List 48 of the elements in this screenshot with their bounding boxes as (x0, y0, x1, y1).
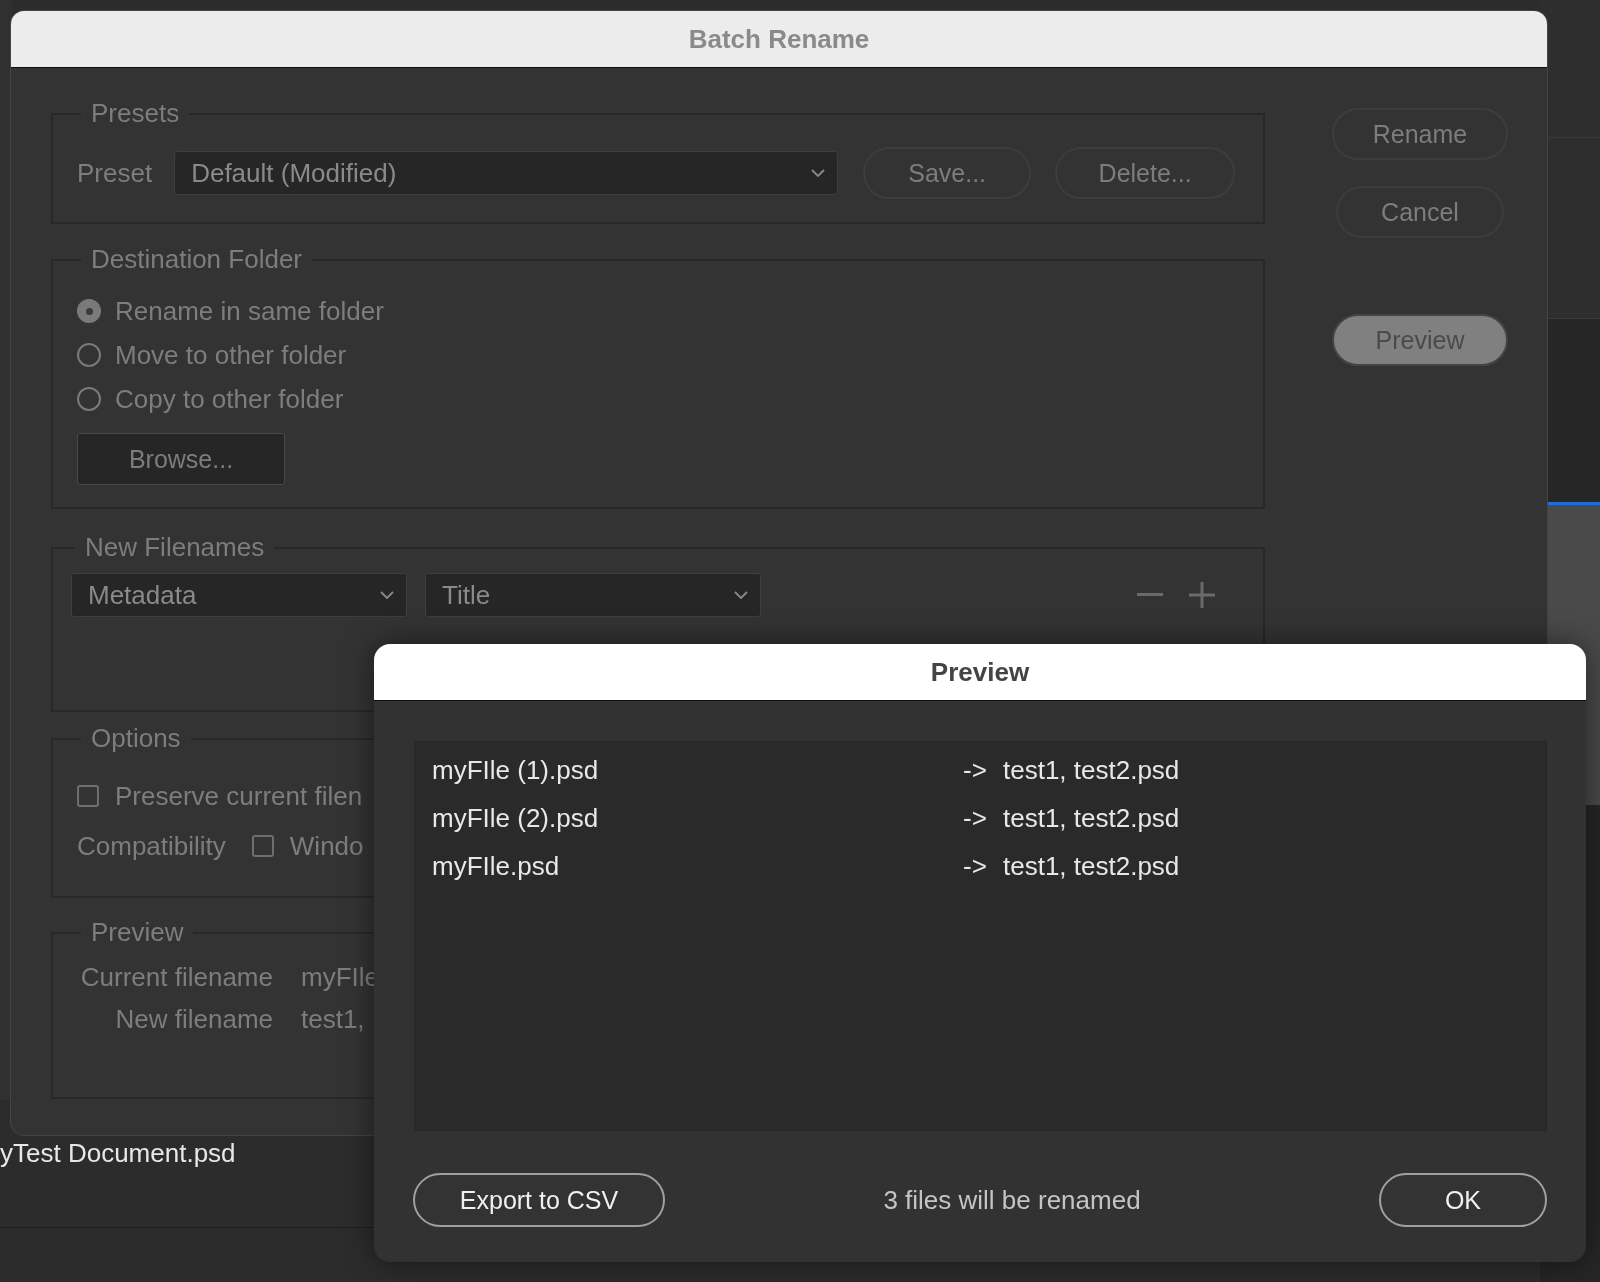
target-filename: test1, test2.psd (1003, 802, 1180, 834)
checkbox-label: Preserve current filen (115, 780, 363, 812)
group-title: Presets (90, 98, 181, 129)
arrow-text: -> (963, 850, 988, 882)
radio-button[interactable] (77, 299, 101, 323)
group-title: Options (90, 723, 182, 754)
source-filename: myFIle.psd (432, 850, 561, 882)
arrow-text: -> (963, 802, 988, 834)
group-title: Destination Folder (90, 244, 303, 275)
window-title: Preview (930, 656, 1030, 688)
target-filename: test1, test2.psd (1003, 850, 1180, 882)
radio-label: Rename in same folder (115, 295, 384, 327)
field-dropdown[interactable]: Title (425, 573, 761, 617)
radio-button[interactable] (77, 343, 101, 367)
source-filename: myFIle (2).psd (432, 802, 600, 834)
status-text: 3 files will be renamed (883, 1184, 1141, 1216)
window-title: Batch Rename (688, 23, 870, 55)
source-filename: myFIle (1).psd (432, 754, 600, 786)
chevron-icon (734, 590, 748, 600)
preset-dropdown[interactable]: Default (Modified) (174, 151, 839, 195)
preset-label: Preset (77, 157, 153, 189)
radio-label: Move to other folder (115, 339, 347, 371)
field-label: Current filename (79, 961, 273, 993)
checkbox[interactable] (251, 835, 274, 857)
preset-button[interactable]: Save... (863, 147, 1032, 199)
ok-button[interactable]: OK (1379, 1173, 1547, 1227)
radio-button[interactable] (77, 387, 101, 411)
dialog-button[interactable]: Cancel (1336, 186, 1504, 238)
target-filename: test1, test2.psd (1003, 754, 1180, 786)
chevron-icon (811, 168, 826, 178)
browse-button[interactable]: Browse... (77, 433, 285, 485)
checkbox-label: Windo (289, 830, 364, 862)
field-label: New filename (114, 1003, 273, 1035)
file-label: yTest Document.psd (0, 1138, 236, 1169)
group-title: Preview (90, 917, 185, 948)
preset-button[interactable]: Delete... (1055, 147, 1236, 199)
plus-icon[interactable] (1189, 582, 1215, 608)
chevron-icon (380, 590, 394, 600)
checkbox[interactable] (77, 785, 99, 807)
group-title: New Filenames (84, 532, 266, 563)
minus-icon[interactable] (1137, 593, 1163, 597)
filename-text: test1, (301, 1003, 365, 1035)
export-button[interactable]: Export to CSV (413, 1173, 665, 1227)
dialog-button[interactable]: Rename (1332, 108, 1508, 160)
arrow-text: -> (963, 754, 988, 786)
compatibility-label: Compatibility (77, 830, 226, 862)
radio-label: Copy to other folder (115, 383, 344, 415)
field-dropdown[interactable]: Metadata (71, 573, 407, 617)
